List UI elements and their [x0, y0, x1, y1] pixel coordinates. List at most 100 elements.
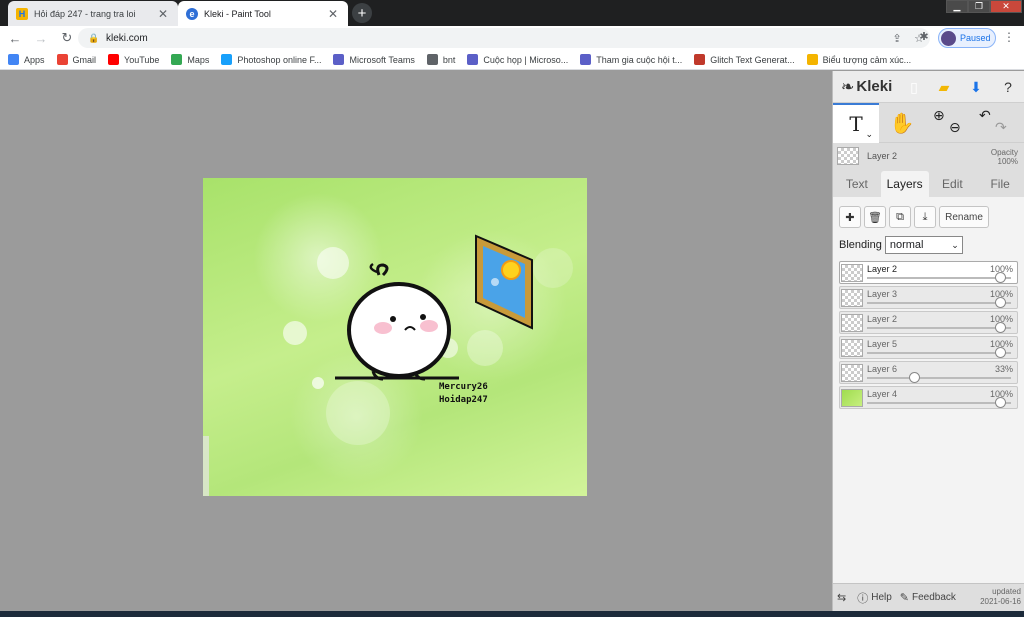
bookmark-label: Photoshop online F... [237, 54, 322, 65]
character-sprout [369, 262, 378, 274]
close-icon[interactable]: ✕ [326, 7, 340, 21]
maximize-button[interactable]: ❐ [968, 0, 990, 13]
tab-kleki[interactable]: e Kleki - Paint Tool ✕ [178, 1, 348, 26]
help-circle-icon: ⓘ [857, 592, 869, 605]
bookmark-item[interactable]: Biểu tượng cảm xúc... [806, 54, 911, 65]
opacity-readout: Opacity 100% [991, 148, 1018, 166]
bookmark-label: Glitch Text Generat... [710, 54, 795, 65]
layer-row[interactable]: Layer 2 100% [839, 311, 1018, 334]
bookmark-item[interactable]: Photoshop online F... [221, 54, 321, 65]
merge-layer-button[interactable]: ⤓ [914, 206, 936, 228]
help-button[interactable]: ⓘ Help [857, 590, 892, 606]
bookmark-item[interactable]: Maps [171, 54, 209, 65]
hand-tool-button[interactable]: ✋ [879, 103, 925, 143]
download-icon[interactable]: ⬇ [965, 77, 987, 97]
teams-icon [333, 54, 345, 65]
tab-text[interactable]: Text [833, 171, 881, 197]
opacity-slider-handle[interactable] [995, 397, 1006, 408]
more-menu-icon[interactable]: ⋮ [1002, 30, 1016, 46]
close-icon[interactable]: ✕ [156, 7, 170, 21]
bookmark-item[interactable]: Microsoft Teams [333, 54, 415, 65]
artwork [203, 234, 573, 496]
opacity-slider-handle[interactable] [995, 297, 1006, 308]
kleki-logo-icon: ❧ [841, 78, 855, 96]
minimize-button[interactable]: ▁ [946, 0, 968, 13]
swap-arrows-icon: ⇆ [837, 592, 847, 604]
open-folder-icon[interactable]: ▰ [933, 77, 955, 97]
add-layer-button[interactable]: ✚ [839, 206, 861, 228]
layer-row[interactable]: Layer 3 100% [839, 286, 1018, 309]
bookmark-item[interactable]: Glitch Text Generat... [694, 54, 795, 65]
opacity-slider-handle[interactable] [909, 372, 921, 383]
profile-button[interactable]: Paused [938, 28, 996, 48]
back-button[interactable]: ← [4, 28, 26, 48]
delete-layer-button[interactable]: 🗑 [864, 206, 886, 228]
layer-row[interactable]: Layer 2 100% [839, 261, 1018, 284]
drawing-canvas[interactable]: Mercury26 Hoidap247 [203, 178, 587, 496]
opacity-slider-track[interactable] [867, 302, 1011, 304]
layer-name: Layer 2 [867, 264, 898, 274]
layer-row[interactable]: Layer 6 33% [839, 361, 1018, 384]
bookmark-item[interactable]: Cuộc họp | Microso... [467, 54, 568, 65]
panel-tabs: Text Layers Edit File [833, 171, 1024, 197]
opacity-slider-track[interactable] [867, 277, 1011, 279]
blending-select[interactable]: normal ⌄ [884, 236, 963, 254]
hoidap-favicon-icon: H [16, 7, 28, 20]
duplicate-layer-button[interactable]: ⧉ [889, 206, 911, 228]
opacity-slider-track[interactable] [867, 377, 1011, 379]
bookmark-label: Tham gia cuộc hội t... [596, 54, 683, 65]
opacity-slider-handle[interactable] [995, 322, 1006, 333]
chevron-down-icon[interactable]: ⌄ [865, 129, 873, 140]
rename-layer-button[interactable]: Rename [939, 206, 989, 228]
extensions-puzzle-icon[interactable]: ✱ [916, 30, 932, 46]
bookmark-item[interactable]: bnt [426, 54, 455, 65]
lock-icon[interactable]: 🔒 [88, 33, 99, 44]
layer-thumbnail [841, 264, 863, 282]
tab-layers[interactable]: Layers [880, 171, 929, 197]
swap-side-button[interactable]: ⇆ [837, 591, 849, 604]
bookmark-label: Microsoft Teams [349, 54, 415, 65]
teams-icon [467, 54, 479, 65]
layer-row[interactable]: Layer 5 100% [839, 336, 1018, 359]
undo-icon[interactable]: ↶ [979, 107, 991, 124]
canvas-workspace[interactable]: Mercury26 Hoidap247 [0, 71, 832, 611]
reload-button[interactable]: ↻ [56, 28, 78, 48]
opacity-slider-track[interactable] [867, 327, 1011, 329]
bookmark-label: Apps [24, 54, 45, 65]
character-blush [374, 322, 392, 334]
url-text[interactable]: kleki.com [106, 33, 886, 44]
address-bar[interactable]: 🔒 kleki.com ⇪ ☆ [78, 28, 930, 48]
close-window-button[interactable]: ✕ [990, 0, 1022, 13]
bookmark-item[interactable]: Apps [8, 54, 45, 65]
tab-edit[interactable]: Edit [929, 171, 977, 197]
updated-info[interactable]: updated 2021-06-16 [980, 587, 1021, 607]
tab-file[interactable]: File [976, 171, 1024, 197]
panel-footer: ⇆ ⓘ Help ✎ Feedback updated 2021-06-16 [833, 583, 1024, 611]
redo-icon[interactable]: ↷ [995, 119, 1007, 136]
tab-hoidap[interactable]: H Hỏi đáp 247 - trang tra loi ✕ [8, 1, 178, 26]
help-circle-icon[interactable]: ? [997, 77, 1019, 97]
zoom-in-icon[interactable]: ⊕ [933, 107, 945, 124]
app-name: Kleki [856, 78, 893, 95]
current-layer-header: Layer 2 Opacity 100% [833, 143, 1024, 169]
opacity-slider-handle[interactable] [995, 347, 1006, 358]
bookmark-item[interactable]: YouTube [108, 54, 159, 65]
layer-row[interactable]: Layer 4 100% [839, 386, 1018, 409]
bokeh-circle [467, 330, 503, 366]
new-image-icon[interactable]: ▯ [903, 77, 925, 97]
new-tab-button[interactable]: + [352, 3, 372, 23]
text-tool-button[interactable]: T ⌄ [833, 103, 879, 143]
share-icon[interactable]: ⇪ [886, 32, 908, 45]
transparent-edge [203, 436, 209, 496]
character-blush [420, 320, 438, 332]
opacity-slider-track[interactable] [867, 352, 1011, 354]
opacity-slider-handle[interactable] [995, 272, 1006, 283]
bookmark-label: YouTube [124, 54, 160, 65]
zoom-out-icon[interactable]: ⊖ [949, 119, 961, 136]
profile-status: Paused [960, 33, 991, 43]
bookmark-item[interactable]: Tham gia cuộc hội t... [580, 54, 682, 65]
opacity-slider-track[interactable] [867, 402, 1011, 404]
forward-button[interactable]: → [30, 28, 52, 48]
bookmark-item[interactable]: Gmail [56, 54, 96, 65]
feedback-button[interactable]: ✎ Feedback [900, 591, 956, 604]
